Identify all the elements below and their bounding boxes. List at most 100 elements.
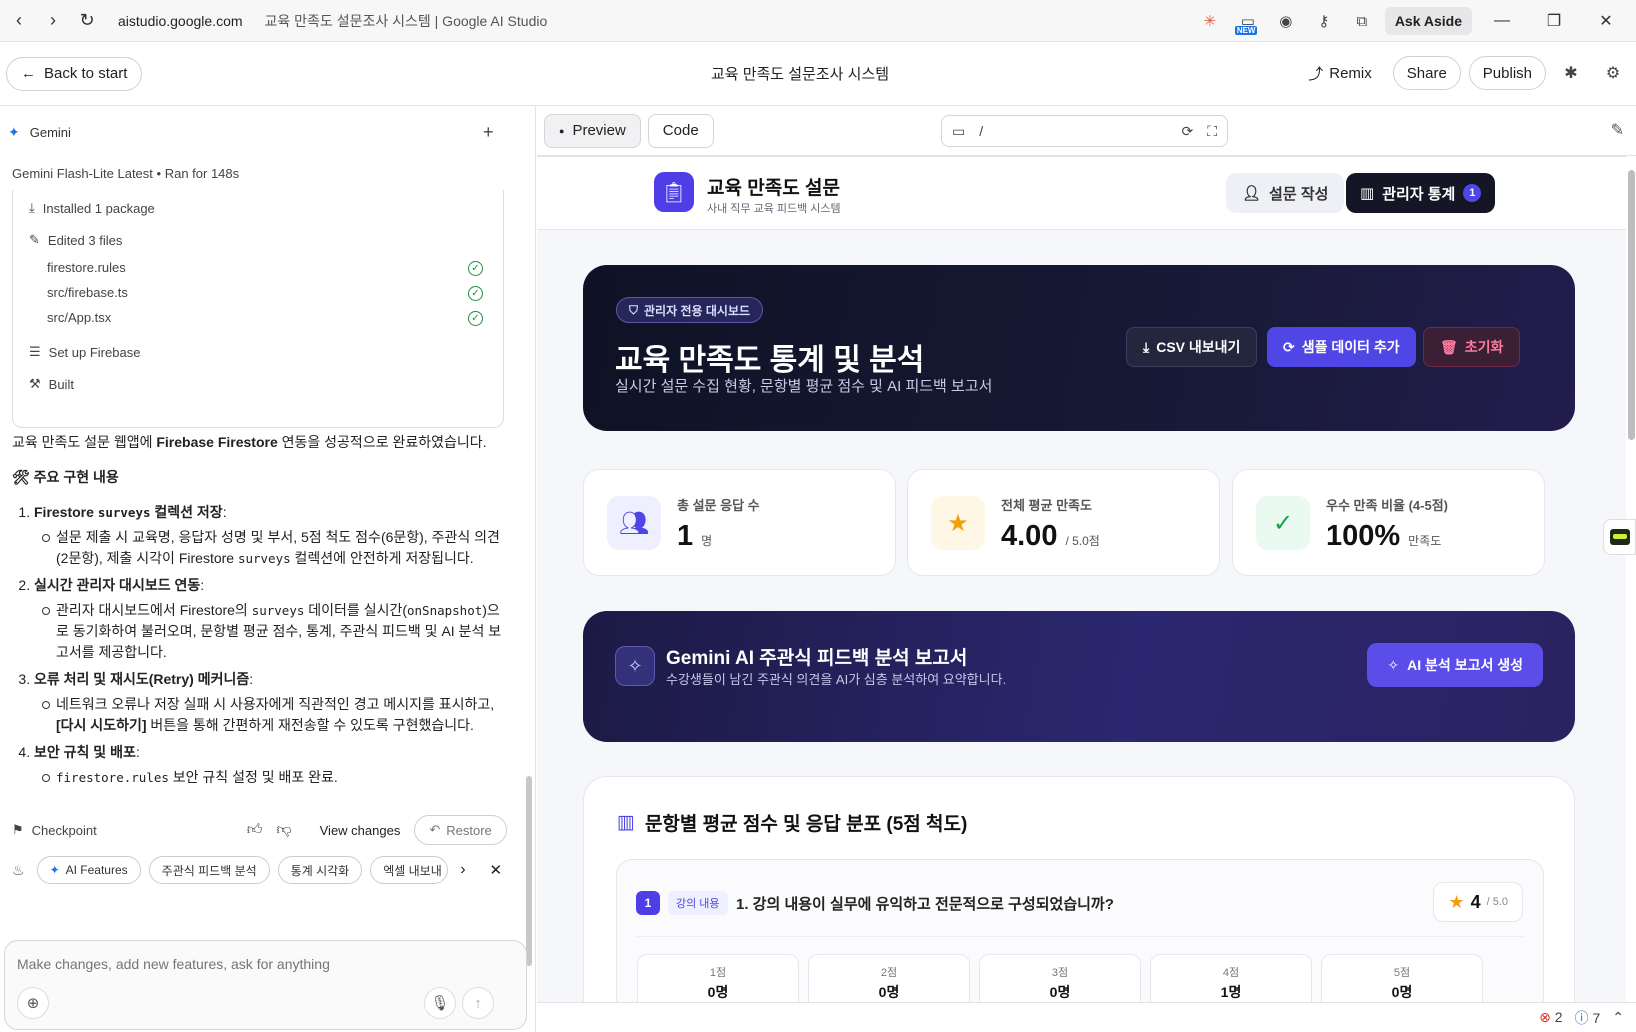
- reset-label: 초기화: [1464, 339, 1504, 355]
- back-to-start-button[interactable]: ← Back to start: [6, 56, 143, 91]
- ask-aside-button[interactable]: Ask Aside: [1384, 7, 1472, 35]
- chip-ai-features[interactable]: ✦ AI Features: [36, 856, 141, 884]
- file-item[interactable]: firestore.rules: [47, 260, 126, 275]
- puzzle-extensions-icon[interactable]: ⧉: [1347, 6, 1377, 36]
- url-bar[interactable]: aistudio.google.com: [118, 13, 243, 29]
- extension-new-icon[interactable]: ▭ NEW: [1233, 6, 1263, 36]
- close-chips-icon[interactable]: ✕: [490, 861, 503, 879]
- assistant-message: 교육 만족도 설문 웹앱에 Firebase Firestore 연동을 성공적…: [12, 432, 507, 794]
- item-body-end: 보안 규칙 설정 및 배포 완료.: [168, 769, 338, 785]
- minimize-icon[interactable]: —: [1480, 12, 1524, 30]
- stat-unit: / 5.0점: [1065, 534, 1100, 548]
- device-icon[interactable]: ▭: [952, 123, 965, 140]
- chat-scroll-thumb[interactable]: [526, 776, 532, 966]
- add-sample-data-button[interactable]: ⟳ 샘플 데이터 추가: [1267, 327, 1416, 367]
- dist-label: 1점: [709, 967, 727, 979]
- file-item[interactable]: src/firebase.ts: [47, 285, 128, 300]
- remix-button[interactable]: ⤴ Remix: [1295, 56, 1385, 90]
- key-icon[interactable]: ⚷: [1309, 6, 1339, 36]
- csv-export-label: CSV 내보내기: [1156, 339, 1241, 355]
- hero-title: 교육 만족도 통계 및 분석: [615, 344, 925, 377]
- fullscreen-icon[interactable]: ⛶: [1207, 123, 1217, 140]
- file-item[interactable]: src/App.tsx: [47, 310, 111, 325]
- restore-button[interactable]: ↶ Restore: [414, 815, 507, 845]
- stat-label: 전체 평균 만족도: [1001, 498, 1092, 513]
- csv-export-button[interactable]: ⤓ CSV 내보내기: [1126, 327, 1258, 367]
- intro-paragraph: 교육 만족도 설문 웹앱에 Firebase Firestore 연동을 성공적…: [12, 432, 507, 453]
- flag-icon: ⚑: [12, 822, 24, 837]
- nav-survey-button[interactable]: 👤︎ 설문 작성: [1226, 173, 1345, 213]
- thumbs-up-icon[interactable]: 👍︎: [247, 821, 263, 839]
- reload-icon[interactable]: ↻: [70, 4, 104, 38]
- checkpoint-label[interactable]: Checkpoint: [32, 823, 97, 838]
- download-icon: ⤓: [1143, 338, 1150, 355]
- info-status[interactable]: ⓘ 7: [1575, 1008, 1601, 1028]
- add-attachment-icon[interactable]: ⊕: [17, 987, 49, 1019]
- stat-card-satisfaction: ✓ 우수 만족 비율 (4-5점) 100% 만족도: [1232, 469, 1545, 576]
- view-changes-button[interactable]: View changes: [320, 823, 401, 838]
- side-extension-icon[interactable]: [1603, 519, 1636, 555]
- bug-icon[interactable]: ✱: [1554, 56, 1588, 90]
- admin-count-badge: 1: [1463, 184, 1482, 202]
- check-circle-icon: ✓: [468, 311, 483, 326]
- reset-button[interactable]: 🗑︎ 초기화: [1423, 327, 1521, 367]
- restore-window-icon[interactable]: ❐: [1532, 11, 1576, 31]
- edit-icon[interactable]: ✎: [1611, 120, 1624, 140]
- tab-preview[interactable]: ● Preview: [544, 113, 641, 148]
- distribution-cell: 2점 0명: [808, 954, 970, 1002]
- dist-label: 5점: [1393, 967, 1411, 979]
- step-built: ⚒ Built: [29, 376, 74, 392]
- refresh-icon[interactable]: ⟳: [1181, 123, 1193, 140]
- admin-badge: ⛉ 관리자 전용 대시보드: [616, 297, 764, 323]
- refresh-icon: ⟳: [1283, 338, 1295, 355]
- send-arrow-icon[interactable]: ↑: [462, 987, 494, 1019]
- app-header: 📋︎ 교육 만족도 설문 사내 직무 교육 피드백 시스템 👤︎ 설문 작성 ▥ 관…: [537, 157, 1626, 230]
- dot-icon: ●: [559, 125, 565, 136]
- chip-stats-visualization[interactable]: 통계 시각화: [277, 856, 363, 884]
- remix-icon: ⤴: [1308, 65, 1324, 83]
- nav-admin-button[interactable]: ▥ 관리자 통계 1: [1346, 173, 1496, 213]
- chip-excel-export[interactable]: 엑셀 내보내: [370, 856, 449, 884]
- camera-icon[interactable]: ◉: [1271, 6, 1301, 36]
- stat-number: 1: [677, 520, 694, 552]
- item-head-end: 컬렉션 저장: [150, 504, 223, 520]
- chat-scrollbar[interactable]: [526, 256, 532, 976]
- sparkle-icon: ✦: [49, 863, 60, 877]
- chip-feedback-analysis[interactable]: 주관식 피드백 분석: [148, 856, 270, 884]
- generate-ai-report-button[interactable]: ✧ AI 분석 보고서 생성: [1367, 643, 1543, 687]
- sparkle-extension-icon[interactable]: ✳: [1195, 6, 1225, 36]
- forward-arrow-icon[interactable]: ›: [36, 4, 70, 38]
- thumbs-down-icon[interactable]: 👎︎: [276, 821, 291, 839]
- implementation-list: Firestore surveys 컬렉션 저장: 설문 제출 시 교육명, 응…: [12, 502, 507, 788]
- stat-number: 100%: [1326, 520, 1401, 552]
- close-window-icon[interactable]: ✕: [1584, 11, 1628, 31]
- stat-value: 4.00 / 5.0점: [1001, 520, 1100, 553]
- add-sample-label: 샘플 데이터 추가: [1301, 339, 1400, 355]
- settings-gear-icon[interactable]: ⚙: [1596, 56, 1630, 90]
- back-arrow-icon[interactable]: ‹: [2, 4, 36, 38]
- tab-code[interactable]: Code: [647, 113, 714, 148]
- distribution-cell: 1점 0명: [637, 954, 799, 1002]
- sparkles-icon: ✧: [615, 646, 655, 686]
- preview-scrollbar[interactable]: [1627, 156, 1636, 1002]
- preview-address-bar[interactable]: ▭ / ⟳ ⛶: [941, 115, 1228, 147]
- error-status[interactable]: ⊗ 2: [1539, 1009, 1562, 1026]
- step-edited: ✎ Edited 3 files: [29, 232, 122, 248]
- database-icon: ☰: [29, 344, 41, 359]
- add-icon[interactable]: +: [483, 122, 494, 143]
- publish-button[interactable]: Publish: [1468, 56, 1546, 90]
- microphone-icon[interactable]: 🎙︎: [424, 987, 456, 1019]
- preview-scroll-thumb[interactable]: [1628, 170, 1635, 440]
- code-inline: firestore.rules: [56, 770, 169, 785]
- share-button[interactable]: Share: [1392, 56, 1461, 90]
- preview-toolbar: ● Preview Code ▭ / ⟳ ⛶ ✎: [537, 106, 1636, 156]
- chevron-right-icon[interactable]: ›: [460, 861, 465, 879]
- star-icon: ★: [1448, 891, 1465, 912]
- prompt-input[interactable]: [17, 953, 507, 975]
- expand-icon[interactable]: ⌃: [1612, 1009, 1624, 1026]
- distribution-cell: 5점 0명: [1321, 954, 1483, 1002]
- distribution-cell: 4점 1명: [1150, 954, 1312, 1002]
- distribution-cell: 3점 0명: [979, 954, 1141, 1002]
- sub-item: 네트워크 오류나 저장 실패 시 사용자에게 직관적인 경고 메시지를 표시하고…: [42, 694, 507, 736]
- item-head: Firestore: [34, 504, 98, 520]
